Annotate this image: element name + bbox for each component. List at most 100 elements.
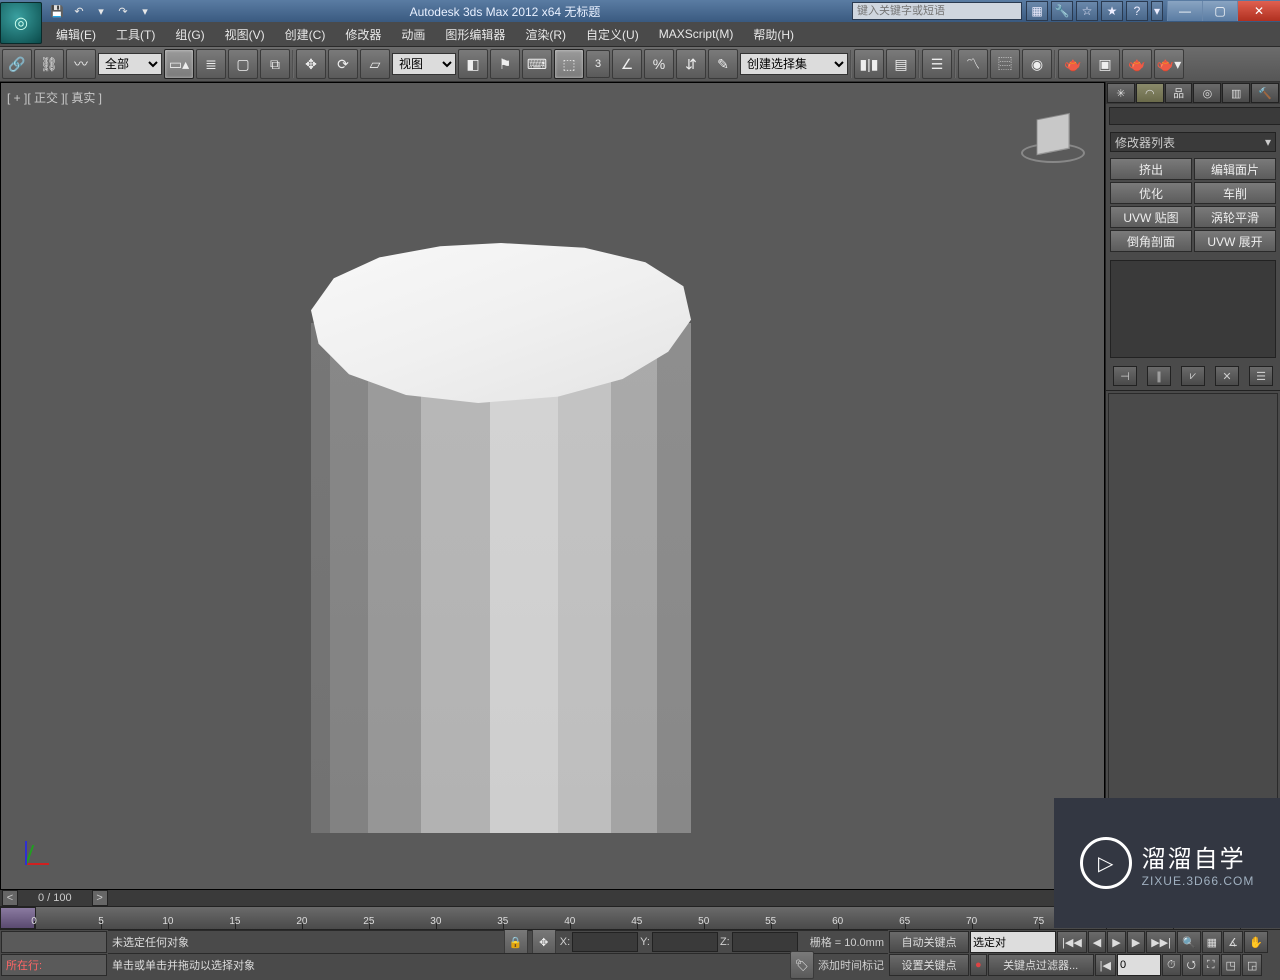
close-button[interactable]: ✕ — [1237, 1, 1280, 21]
configure-sets-icon[interactable]: ☰ — [1249, 366, 1273, 386]
tab-hierarchy-icon[interactable]: 品 — [1165, 83, 1193, 103]
setkey-button[interactable]: 设置关键点 — [889, 954, 969, 976]
mirror-icon[interactable]: ▮|▮ — [854, 49, 884, 79]
selection-filter-dropdown[interactable]: 全部 — [98, 53, 162, 75]
track-scroll-right-icon[interactable]: > — [92, 890, 108, 906]
mod-uvwunwrap-button[interactable]: UVW 展开 — [1194, 230, 1276, 252]
ic-star-icon[interactable]: ☆ — [1076, 1, 1098, 21]
make-unique-icon[interactable]: ⩗ — [1181, 366, 1205, 386]
undo-icon[interactable]: ↶ — [70, 2, 88, 20]
x-input[interactable] — [572, 932, 638, 952]
unlink-icon[interactable]: ⛓ — [34, 49, 64, 79]
tab-display-icon[interactable]: ▥ — [1222, 83, 1250, 103]
render-setup-icon[interactable]: 🫖 — [1058, 49, 1088, 79]
select-object-icon[interactable]: ▭▴ — [164, 49, 194, 79]
menu-group[interactable]: 组(G) — [165, 23, 214, 46]
scale-icon[interactable]: ▱ — [360, 49, 390, 79]
window-crossing-icon[interactable]: ⧉ — [260, 49, 290, 79]
menu-edit[interactable]: 编辑(E) — [46, 23, 106, 46]
timetag-icon[interactable]: 🏷 — [790, 951, 814, 979]
nav-zoomall-icon[interactable]: ▦ — [1202, 931, 1222, 953]
help-search[interactable] — [852, 2, 1022, 20]
pin-stack-icon[interactable]: ⊣ — [1113, 366, 1137, 386]
minimize-button[interactable]: — — [1167, 1, 1202, 21]
undo-dropdown-icon[interactable]: ▾ — [92, 2, 110, 20]
z-input[interactable] — [732, 932, 798, 952]
key-mode-icon[interactable]: |◀ — [1095, 954, 1116, 976]
menu-views[interactable]: 视图(V) — [215, 23, 275, 46]
render-prod-icon[interactable]: 🫖▾ — [1154, 49, 1184, 79]
modifier-list-dropdown[interactable]: 修改器列表▾ — [1110, 132, 1276, 152]
spinner-snap-icon[interactable]: ⇵ — [676, 49, 706, 79]
lock-selection-icon[interactable]: 🔒 — [504, 928, 528, 956]
play-icon[interactable]: ▶ — [1107, 931, 1125, 953]
help-search-input[interactable] — [852, 2, 1022, 20]
nav-extra-icon[interactable]: ◲ — [1242, 954, 1262, 976]
nav-fov-icon[interactable]: ∡ — [1223, 931, 1243, 953]
redo-dropdown-icon[interactable]: ▾ — [136, 2, 154, 20]
angle-snap-icon[interactable]: ∠ — [612, 49, 642, 79]
object-name-input[interactable] — [1109, 107, 1280, 125]
script-mini-input[interactable]: 所在行: — [1, 954, 107, 976]
cylinder-object[interactable] — [311, 243, 691, 843]
menu-maxscript[interactable]: MAXScript(M) — [649, 24, 744, 44]
nav-orbit-icon[interactable]: ⭯ — [1182, 954, 1201, 976]
y-input[interactable] — [652, 932, 718, 952]
nav-maximize-icon[interactable]: ⛶ — [1202, 954, 1220, 976]
remove-modifier-icon[interactable]: ✕ — [1215, 366, 1239, 386]
goto-start-icon[interactable]: |◀◀ — [1057, 931, 1087, 953]
time-config-icon[interactable]: ⏱ — [1162, 954, 1181, 976]
tab-utilities-icon[interactable]: 🔨 — [1251, 83, 1279, 103]
pivot-center-icon[interactable]: ◧ — [458, 49, 488, 79]
tab-modify-icon[interactable]: ◠ — [1136, 83, 1164, 103]
save-file-icon[interactable]: 💾 — [48, 2, 66, 20]
show-end-result-icon[interactable]: ∥ — [1147, 366, 1171, 386]
menu-animation[interactable]: 动画 — [391, 23, 435, 46]
script-mini-output[interactable] — [1, 931, 107, 953]
autokey-button[interactable]: 自动关键点 — [889, 931, 969, 953]
render-frame-icon[interactable]: ▣ — [1090, 49, 1120, 79]
nav-walk-icon[interactable]: ◳ — [1221, 954, 1241, 976]
ic-help-icon[interactable]: ? — [1126, 1, 1148, 21]
tab-motion-icon[interactable]: ◎ — [1193, 83, 1221, 103]
menu-help[interactable]: 帮助(H) — [743, 23, 804, 46]
redo-icon[interactable]: ↷ — [114, 2, 132, 20]
nav-zoom-icon[interactable]: 🔍 — [1177, 931, 1201, 953]
snap-3-icon[interactable]: 3 — [586, 50, 610, 78]
nav-pan-icon[interactable]: ✋ — [1244, 931, 1268, 953]
mod-bevelprofile-button[interactable]: 倒角剖面 — [1110, 230, 1192, 252]
bind-spacewarp-icon[interactable]: 〰 — [66, 49, 96, 79]
tab-create-icon[interactable]: ✳ — [1107, 83, 1135, 103]
application-button[interactable]: ◎ — [0, 2, 42, 44]
named-selection-dropdown[interactable]: 创建选择集 — [740, 53, 848, 75]
modifier-stack[interactable] — [1110, 260, 1276, 358]
mod-extrude-button[interactable]: 挤出 — [1110, 158, 1192, 180]
snap-toggle-icon[interactable]: ⬚ — [554, 49, 584, 79]
edit-named-sel-icon[interactable]: ✎ — [708, 49, 738, 79]
ic-fav-icon[interactable]: ★ — [1101, 1, 1123, 21]
mod-lathe-button[interactable]: 车削 — [1194, 182, 1276, 204]
menu-rendering[interactable]: 渲染(R) — [515, 23, 576, 46]
mod-turbosmooth-button[interactable]: 涡轮平滑 — [1194, 206, 1276, 228]
ic-grid-icon[interactable]: ▦ — [1026, 1, 1048, 21]
curve-editor-icon[interactable]: 〽 — [958, 49, 988, 79]
mod-uvwmap-button[interactable]: UVW 贴图 — [1110, 206, 1192, 228]
track-scroll-left-icon[interactable]: < — [2, 890, 18, 906]
percent-snap-icon[interactable]: % — [644, 49, 674, 79]
select-rect-icon[interactable]: ▢ — [228, 49, 258, 79]
keyboard-shortcut-icon[interactable]: ⌨ — [522, 49, 552, 79]
menu-grapheditors[interactable]: 图形编辑器 — [435, 23, 515, 46]
viewport[interactable]: [ + ][ 正交 ][ 真实 ] — [0, 82, 1105, 890]
timetag-label[interactable]: 添加时间标记 — [818, 957, 884, 973]
key-filter-button[interactable]: 关键点过滤器... — [988, 954, 1094, 976]
rotate-icon[interactable]: ⟳ — [328, 49, 358, 79]
material-editor-icon[interactable]: ◉ — [1022, 49, 1052, 79]
viewport-label[interactable]: [ + ][ 正交 ][ 真实 ] — [7, 89, 102, 106]
frame-input[interactable] — [1117, 954, 1161, 976]
move-icon[interactable]: ✥ — [296, 49, 326, 79]
layer-manager-icon[interactable]: ☰ — [922, 49, 952, 79]
key-filter-dd-input[interactable] — [970, 931, 1056, 953]
schematic-view-icon[interactable]: ⿳ — [990, 49, 1020, 79]
menu-tools[interactable]: 工具(T) — [106, 23, 165, 46]
prev-frame-icon[interactable]: ◀ — [1088, 931, 1106, 953]
